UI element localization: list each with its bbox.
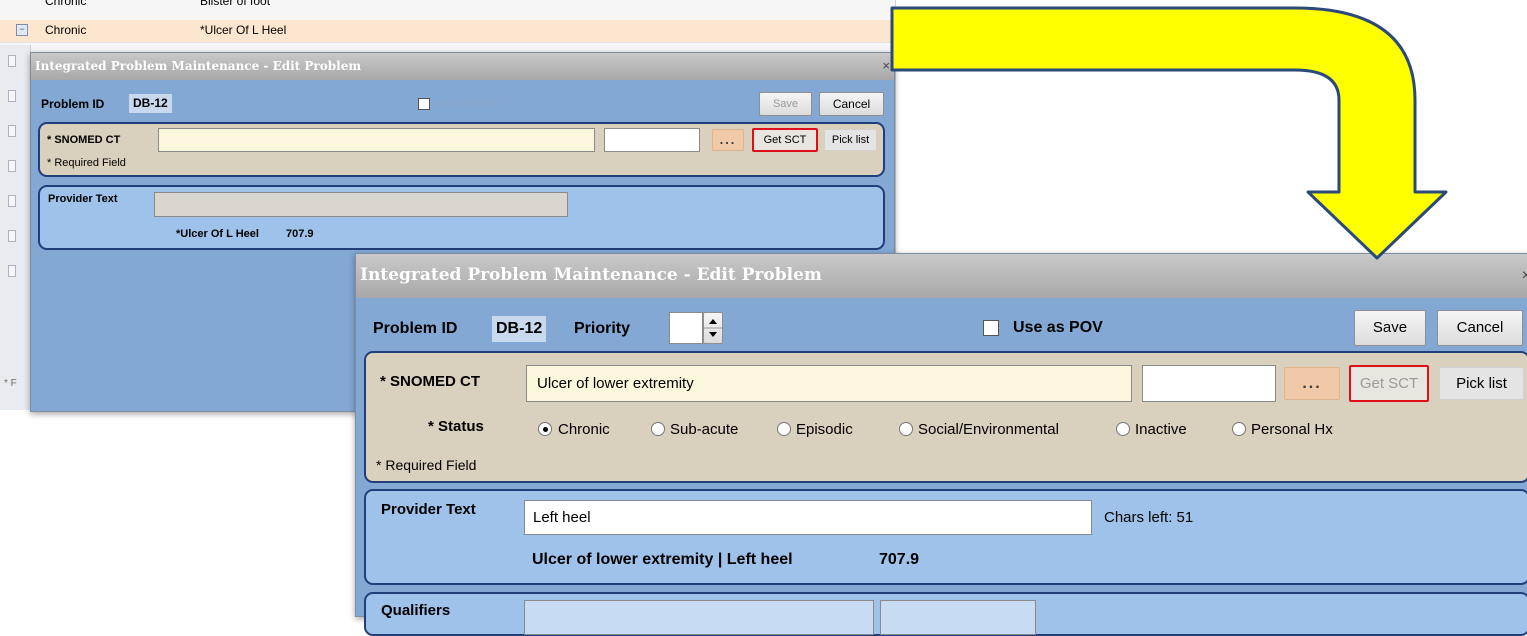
dialog-titlebar[interactable]: Integrated Problem Maintenance - Edit Pr…	[31, 53, 894, 80]
status-option-label: Episodic	[796, 421, 853, 438]
qualifier-input[interactable]	[524, 600, 874, 635]
snomed-section: * SNOMED CT ... Get SCT Pick list * Requ…	[38, 122, 885, 177]
spinner-arrows-icon[interactable]	[703, 312, 723, 344]
chars-left-counter: Chars left: 51	[1104, 509, 1194, 526]
provider-text-section: Provider Text *Ulcer Of L Heel 707.9	[38, 185, 885, 250]
required-field-note: * Required Field	[376, 457, 477, 473]
status-radio-episodic[interactable]	[777, 422, 791, 436]
problem-code: 707.9	[879, 551, 920, 568]
provider-text-input[interactable]	[154, 192, 568, 217]
pick-list-button[interactable]: Pick list	[1439, 367, 1524, 400]
problem-id-label: Problem ID	[41, 97, 105, 111]
list-item-problem: Blister of foot	[200, 0, 271, 8]
problem-summary: *Ulcer Of L Heel	[176, 228, 259, 240]
get-sct-button[interactable]: Get SCT	[1349, 365, 1429, 402]
problem-id-value: DB-12	[129, 94, 172, 113]
dialog-title: Integrated Problem Maintenance - Edit Pr…	[360, 265, 822, 285]
use-as-pov-label: Use as POV	[437, 97, 498, 109]
snomed-input[interactable]: Ulcer of lower extremity	[526, 365, 1132, 402]
row-marker-icon	[8, 125, 16, 137]
status-radio-chronic[interactable]	[538, 422, 552, 436]
use-as-pov-checkbox[interactable]	[983, 320, 999, 336]
status-option-label: Sub-acute	[670, 421, 739, 438]
qualifiers-section: Qualifiers	[364, 592, 1527, 636]
priority-input[interactable]	[669, 312, 703, 344]
status-radio-personal-hx[interactable]	[1232, 422, 1246, 436]
snomed-code-input[interactable]	[1142, 365, 1276, 402]
status-radio-sub-acute[interactable]	[651, 422, 665, 436]
list-item-selected[interactable]: − Chronic *Ulcer Of L Heel	[0, 20, 895, 43]
list-item-problem: *Ulcer Of L Heel	[200, 23, 287, 37]
snomed-input[interactable]	[158, 128, 595, 152]
row-marker-icon	[8, 265, 16, 277]
status-option-label: Chronic	[558, 421, 610, 438]
provider-text-section: Provider Text Left heel Chars left: 51 U…	[364, 489, 1527, 585]
problem-id-value: DB-12	[492, 316, 547, 342]
status-option-label: Personal Hx	[1251, 421, 1333, 438]
edit-problem-dialog-large: Integrated Problem Maintenance - Edit Pr…	[355, 253, 1527, 636]
row-gutter	[0, 45, 31, 410]
status-option-label: Social/Environmental	[918, 421, 1059, 438]
list-item[interactable]: Chronic Blister of foot	[0, 0, 895, 21]
snomed-label: * SNOMED CT	[380, 373, 481, 390]
row-marker-icon	[8, 160, 16, 172]
provider-text-label: Provider Text	[381, 501, 476, 518]
status-radio-social-environmental[interactable]	[899, 422, 913, 436]
provider-text-label: Provider Text	[48, 193, 118, 205]
list-item-category: Chronic	[45, 0, 87, 8]
save-button[interactable]: Save	[1354, 310, 1426, 346]
required-field-note: * Required Field	[47, 157, 126, 169]
dialog-title: Integrated Problem Maintenance - Edit Pr…	[35, 59, 362, 73]
cancel-button[interactable]: Cancel	[1437, 310, 1523, 346]
save-button[interactable]: Save	[759, 92, 812, 116]
use-as-pov-checkbox[interactable]	[418, 98, 430, 110]
cancel-button[interactable]: Cancel	[819, 92, 884, 116]
lookup-button[interactable]: ...	[1284, 367, 1340, 400]
status-option-label: Inactive	[1135, 421, 1187, 438]
qualifier-input-2[interactable]	[880, 600, 1036, 635]
provider-text-input[interactable]: Left heel	[524, 500, 1092, 535]
snomed-section: * SNOMED CT Ulcer of lower extremity ...…	[364, 351, 1527, 483]
problem-summary: Ulcer of lower extremity | Left heel	[532, 551, 793, 568]
row-marker-icon	[8, 90, 16, 102]
curved-arrow-icon	[890, 6, 1448, 260]
problem-id-label: Problem ID	[373, 320, 458, 337]
status-radio-inactive[interactable]	[1116, 422, 1130, 436]
row-marker-icon	[8, 230, 16, 242]
row-marker-icon	[8, 195, 16, 207]
qualifiers-label: Qualifiers	[381, 602, 451, 619]
priority-label: Priority	[574, 320, 631, 337]
snomed-code-input[interactable]	[604, 128, 700, 152]
get-sct-button[interactable]: Get SCT	[752, 128, 818, 152]
row-marker-icon	[8, 55, 16, 67]
lookup-button[interactable]: ...	[712, 129, 744, 151]
close-icon[interactable]: ×	[1522, 267, 1527, 285]
list-item-category: Chronic	[45, 23, 87, 37]
status-label: * Status	[428, 418, 484, 435]
use-as-pov-label: Use as POV	[1013, 319, 1103, 336]
collapse-icon[interactable]: −	[16, 24, 28, 36]
pick-list-button[interactable]: Pick list	[824, 129, 877, 151]
problem-code: 707.9	[286, 228, 314, 240]
snomed-label: * SNOMED CT	[47, 134, 121, 146]
